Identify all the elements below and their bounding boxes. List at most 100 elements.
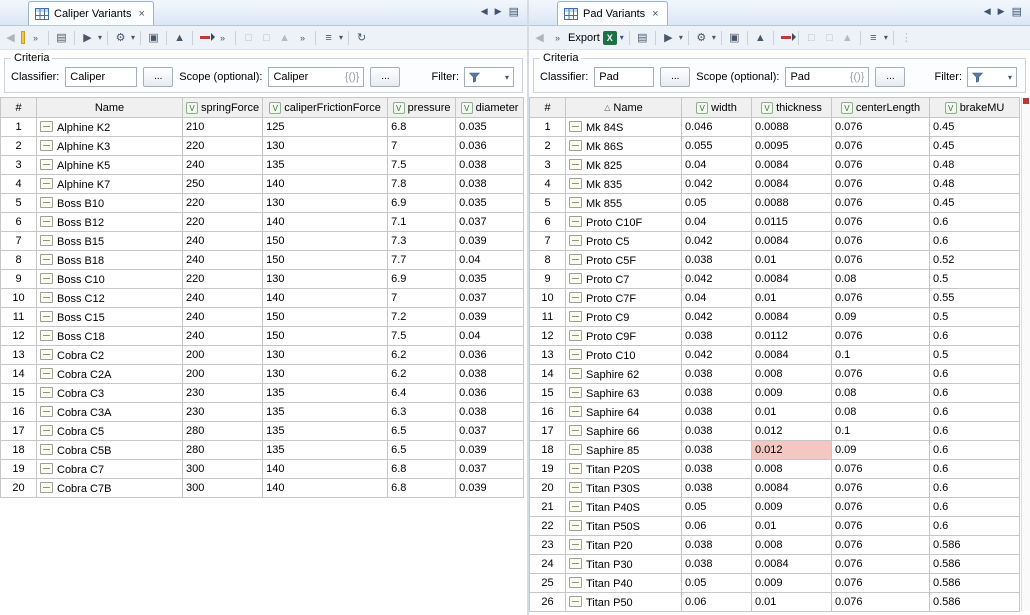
- value-cell[interactable]: 0.09: [832, 441, 930, 460]
- value-cell[interactable]: 0.1: [832, 422, 930, 441]
- instance-name-cell[interactable]: Saphire 66: [566, 422, 682, 441]
- table-row[interactable]: 8Proto C5F0.0380.010.0760.52: [530, 251, 1020, 270]
- value-cell[interactable]: 0.0084: [752, 156, 832, 175]
- value-cell[interactable]: 0.04: [456, 327, 524, 346]
- row-number-cell[interactable]: 3: [1, 156, 37, 175]
- value-cell[interactable]: 0.076: [832, 460, 930, 479]
- value-cell[interactable]: 0.6: [930, 403, 1020, 422]
- row-number-cell[interactable]: 19: [530, 460, 566, 479]
- value-cell[interactable]: 140: [263, 460, 388, 479]
- value-cell[interactable]: 0.038: [456, 156, 524, 175]
- value-cell[interactable]: 0.009: [752, 498, 832, 517]
- next-tab-icon[interactable]: ▶: [495, 6, 502, 17]
- value-cell[interactable]: 0.1: [832, 346, 930, 365]
- close-icon[interactable]: ×: [652, 8, 658, 20]
- value-cell[interactable]: 0.0095: [752, 137, 832, 156]
- value-cell[interactable]: 135: [263, 403, 388, 422]
- value-cell[interactable]: 0.586: [930, 536, 1020, 555]
- value-cell[interactable]: 0.038: [682, 327, 752, 346]
- value-cell[interactable]: 0.0115: [752, 213, 832, 232]
- value-cell[interactable]: 0.01: [752, 517, 832, 536]
- row-number-cell[interactable]: 22: [530, 517, 566, 536]
- value-cell[interactable]: 0.45: [930, 194, 1020, 213]
- table-row[interactable]: 12Boss C182401507.50.04: [1, 327, 524, 346]
- value-cell[interactable]: 0.6: [930, 365, 1020, 384]
- value-cell[interactable]: 0.076: [832, 517, 930, 536]
- value-cell[interactable]: 0.042: [682, 308, 752, 327]
- value-cell[interactable]: 0.038: [456, 365, 524, 384]
- value-cell[interactable]: 135: [263, 441, 388, 460]
- table-row[interactable]: 14Cobra C2A2001306.20.038: [1, 365, 524, 384]
- value-cell[interactable]: 0.01: [752, 289, 832, 308]
- instance-name-cell[interactable]: Boss C15: [37, 308, 183, 327]
- instance-name-cell[interactable]: Cobra C2A: [37, 365, 183, 384]
- table-row[interactable]: 17Cobra C52801356.50.037: [1, 422, 524, 441]
- instance-name-cell[interactable]: Cobra C3A: [37, 403, 183, 422]
- validation-error-marker[interactable]: [1023, 98, 1029, 104]
- classifier-browse-button[interactable]: ...: [143, 67, 173, 87]
- value-cell[interactable]: 6.2: [388, 346, 456, 365]
- value-cell[interactable]: 0.012: [752, 422, 832, 441]
- value-cell[interactable]: 0.009: [752, 574, 832, 593]
- value-cell[interactable]: 0.05: [682, 498, 752, 517]
- table-row[interactable]: 6Boss B122201407.10.037: [1, 213, 524, 232]
- column-header-diameter[interactable]: Vdiameter: [456, 98, 524, 118]
- move-up-icon[interactable]: ▲: [753, 29, 768, 47]
- instance-name-cell[interactable]: Cobra C5B: [37, 441, 183, 460]
- value-cell[interactable]: 0.0084: [752, 308, 832, 327]
- value-cell[interactable]: 7.5: [388, 156, 456, 175]
- value-cell[interactable]: 0.076: [832, 536, 930, 555]
- value-cell[interactable]: 0.009: [752, 384, 832, 403]
- value-cell[interactable]: 0.042: [682, 346, 752, 365]
- filter-combobox[interactable]: ▾: [464, 67, 514, 87]
- value-cell[interactable]: 0.076: [832, 289, 930, 308]
- row-number-cell[interactable]: 11: [530, 308, 566, 327]
- value-cell[interactable]: 0.08: [832, 384, 930, 403]
- value-cell[interactable]: 220: [183, 194, 263, 213]
- instance-name-cell[interactable]: Titan P20: [566, 536, 682, 555]
- table-row[interactable]: 16Saphire 640.0380.010.080.6: [530, 403, 1020, 422]
- instance-name-cell[interactable]: Mk 855: [566, 194, 682, 213]
- instance-name-cell[interactable]: Proto C5: [566, 232, 682, 251]
- column-header-springforce[interactable]: VspringForce: [183, 98, 263, 118]
- value-cell[interactable]: 0.076: [832, 156, 930, 175]
- value-cell[interactable]: 0.039: [456, 441, 524, 460]
- settings-gear-icon[interactable]: ⚙: [113, 29, 128, 47]
- table-row[interactable]: 25Titan P400.050.0090.0760.586: [530, 574, 1020, 593]
- value-cell[interactable]: 0.48: [930, 175, 1020, 194]
- value-cell[interactable]: 0.45: [930, 137, 1020, 156]
- value-cell[interactable]: 0.08: [832, 270, 930, 289]
- value-cell[interactable]: 130: [263, 194, 388, 213]
- instance-name-cell[interactable]: Cobra C7B: [37, 479, 183, 498]
- tab-pad-variants[interactable]: Pad Variants ×: [557, 1, 668, 25]
- table-row[interactable]: 26Titan P500.060.010.0760.586: [530, 593, 1020, 612]
- row-number-cell[interactable]: 23: [530, 536, 566, 555]
- value-cell[interactable]: 0.6: [930, 498, 1020, 517]
- row-number-cell[interactable]: 8: [1, 251, 37, 270]
- value-cell[interactable]: 6.9: [388, 194, 456, 213]
- table-row[interactable]: 16Cobra C3A2301356.30.038: [1, 403, 524, 422]
- row-number-cell[interactable]: 18: [1, 441, 37, 460]
- table-row[interactable]: 2Mk 86S0.0550.00950.0760.45: [530, 137, 1020, 156]
- value-cell[interactable]: 0.035: [456, 270, 524, 289]
- gear-dropdown-icon[interactable]: ▾: [712, 33, 716, 42]
- column-header-thickness[interactable]: Vthickness: [752, 98, 832, 118]
- remove-row-icon[interactable]: [781, 36, 791, 39]
- value-cell[interactable]: 140: [263, 289, 388, 308]
- row-number-cell[interactable]: 2: [1, 137, 37, 156]
- value-cell[interactable]: 140: [263, 213, 388, 232]
- disabled-paste-icon[interactable]: □: [822, 29, 837, 47]
- value-cell[interactable]: 0.042: [682, 270, 752, 289]
- row-number-cell[interactable]: 7: [1, 232, 37, 251]
- run-dropdown-icon[interactable]: ▾: [679, 33, 683, 42]
- validate-icon[interactable]: ▣: [146, 29, 161, 47]
- value-cell[interactable]: 0.039: [456, 232, 524, 251]
- filter-combobox[interactable]: ▾: [967, 67, 1017, 87]
- export-dropdown-icon[interactable]: ▾: [620, 33, 624, 42]
- scope-browse-button[interactable]: ...: [370, 67, 400, 87]
- value-cell[interactable]: 280: [183, 422, 263, 441]
- value-cell[interactable]: 0.038: [682, 555, 752, 574]
- overflow-chevron-icon[interactable]: »: [295, 29, 310, 47]
- value-cell[interactable]: 0.6: [930, 422, 1020, 441]
- value-cell[interactable]: 7.7: [388, 251, 456, 270]
